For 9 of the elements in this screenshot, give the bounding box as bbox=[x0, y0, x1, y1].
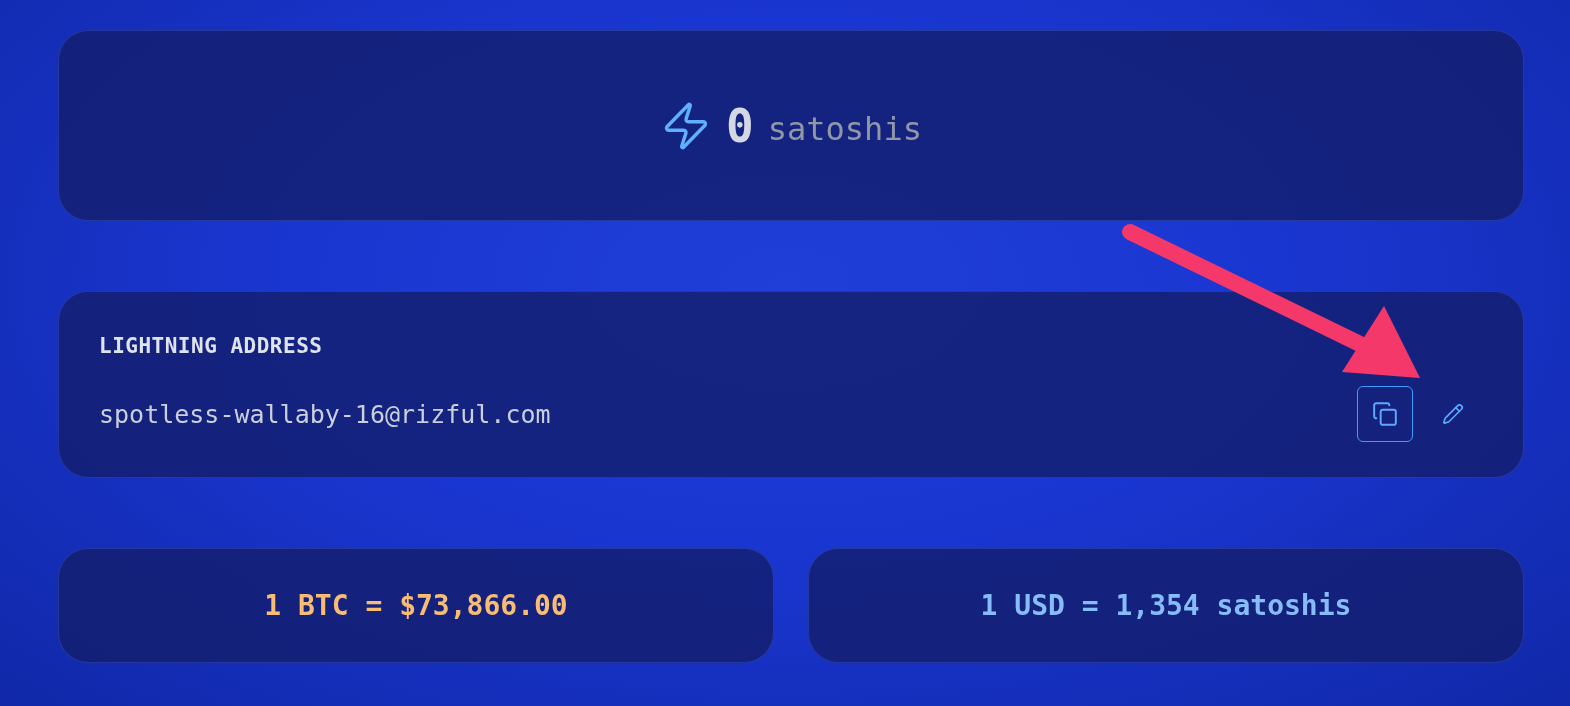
balance-unit: satoshis bbox=[767, 109, 922, 148]
exchange-rate: 1 BTC = $73,866.00 bbox=[264, 589, 568, 622]
pencil-icon bbox=[1442, 403, 1464, 425]
lightning-address: spotless-wallaby-16@rizful.com bbox=[99, 399, 551, 429]
exchange-rate: 1 USD = 1,354 satoshis bbox=[980, 589, 1352, 622]
balance-amount: 0 bbox=[726, 98, 754, 153]
copy-button[interactable] bbox=[1357, 386, 1413, 442]
copy-icon bbox=[1372, 401, 1398, 427]
address-label: LIGHTNING ADDRESS bbox=[99, 334, 323, 358]
